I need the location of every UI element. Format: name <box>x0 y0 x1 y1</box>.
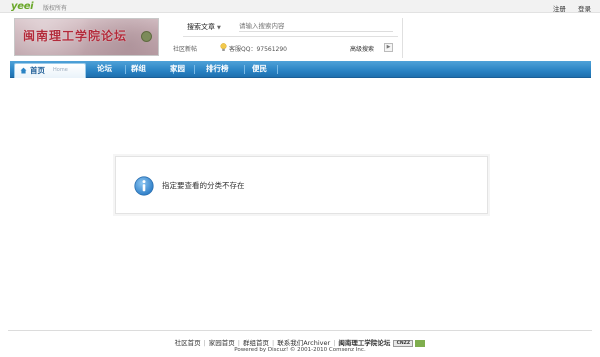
error-message: 指定要查看的分类不存在 <box>162 181 245 190</box>
footer-separator: | <box>203 339 206 347</box>
powered-by: Powered by Discuz! © 2001-2010 Comsenz I… <box>234 347 366 353</box>
nav-separator <box>194 65 195 74</box>
nav-home-label: 首页 <box>30 66 45 75</box>
login-link[interactable]: 登录 <box>578 5 591 13</box>
site-logo[interactable]: yeei <box>11 1 34 12</box>
new-posts-link[interactable]: 社区新帖 <box>173 44 197 53</box>
main-nav: 首页 Home 论坛 群组 家园 排行榜 便民 <box>10 61 591 78</box>
nav-separator <box>277 65 278 74</box>
top-bar: yeei 版权所有 注册 登录 <box>0 0 600 13</box>
footer-link-groups[interactable]: 群组首页 <box>243 339 269 347</box>
bulb-icon <box>220 43 227 51</box>
cnzz-badge[interactable]: CNZZ <box>393 339 414 347</box>
search-type-label: 搜索文章 <box>187 23 215 31</box>
search-subrow: 社区新帖 客服QQ：97561290 高级搜索 ▶ <box>173 42 403 54</box>
nav-item-forum[interactable]: 论坛 <box>97 61 112 78</box>
nav-item-groups[interactable]: 群组 <box>131 61 146 78</box>
certificate-icon[interactable] <box>415 339 426 347</box>
nav-separator <box>244 65 245 74</box>
error-message-box: 指定要查看的分类不存在 <box>115 156 488 214</box>
header-divider <box>402 18 403 58</box>
footer-site-name[interactable]: 闽南理工学院论坛 <box>338 339 390 347</box>
search-input[interactable] <box>239 21 393 32</box>
chevron-down-icon: ▼ <box>217 25 221 31</box>
logo-subtitle: 版权所有 <box>43 5 68 12</box>
nav-separator <box>125 65 126 74</box>
info-icon <box>134 176 154 196</box>
nav-item-ranking[interactable]: 排行榜 <box>206 61 229 78</box>
user-links: 注册 登录 <box>543 3 591 13</box>
customer-service-qq: 客服QQ：97561290 <box>229 46 287 53</box>
header: 闽南理工学院论坛 搜索文章▼ 社区新帖 客服QQ：97561290 高级搜索 ▶ <box>14 18 592 60</box>
banner-title: 闽南理工学院论坛 <box>23 29 128 43</box>
footer-link-community[interactable]: 社区首页 <box>175 339 201 347</box>
chevron-right-icon[interactable]: ▶ <box>384 43 393 52</box>
house-icon <box>20 67 27 74</box>
footer-link-contact-archiver[interactable]: 联系我们Archiver <box>277 339 330 347</box>
nav-item-home[interactable]: 首页 Home <box>14 63 86 78</box>
advanced-search-link[interactable]: 高级搜索 <box>350 44 374 53</box>
footer-links: 社区首页 | 家园首页 | 群组首页 | 联系我们Archiver | 闽南理工学院论坛 CNZZ <box>0 337 600 347</box>
footer-divider <box>8 330 592 331</box>
footer-separator: | <box>333 339 336 347</box>
register-link[interactable]: 注册 <box>553 5 566 13</box>
forum-banner[interactable]: 闽南理工学院论坛 <box>14 18 159 56</box>
nav-item-home-space[interactable]: 家园 <box>170 61 185 78</box>
search-area: 搜索文章▼ 社区新帖 客服QQ：97561290 高级搜索 ▶ <box>173 18 403 58</box>
divider <box>183 36 398 37</box>
footer-separator: | <box>272 339 275 347</box>
nav-home-sublabel: Home <box>53 67 68 73</box>
emblem-icon <box>141 31 152 42</box>
nav-item-services[interactable]: 便民 <box>252 61 267 78</box>
footer-separator: | <box>237 339 240 347</box>
footer-link-home-space[interactable]: 家园首页 <box>209 339 235 347</box>
search-type-select[interactable]: 搜索文章 ▼ <box>187 22 221 32</box>
